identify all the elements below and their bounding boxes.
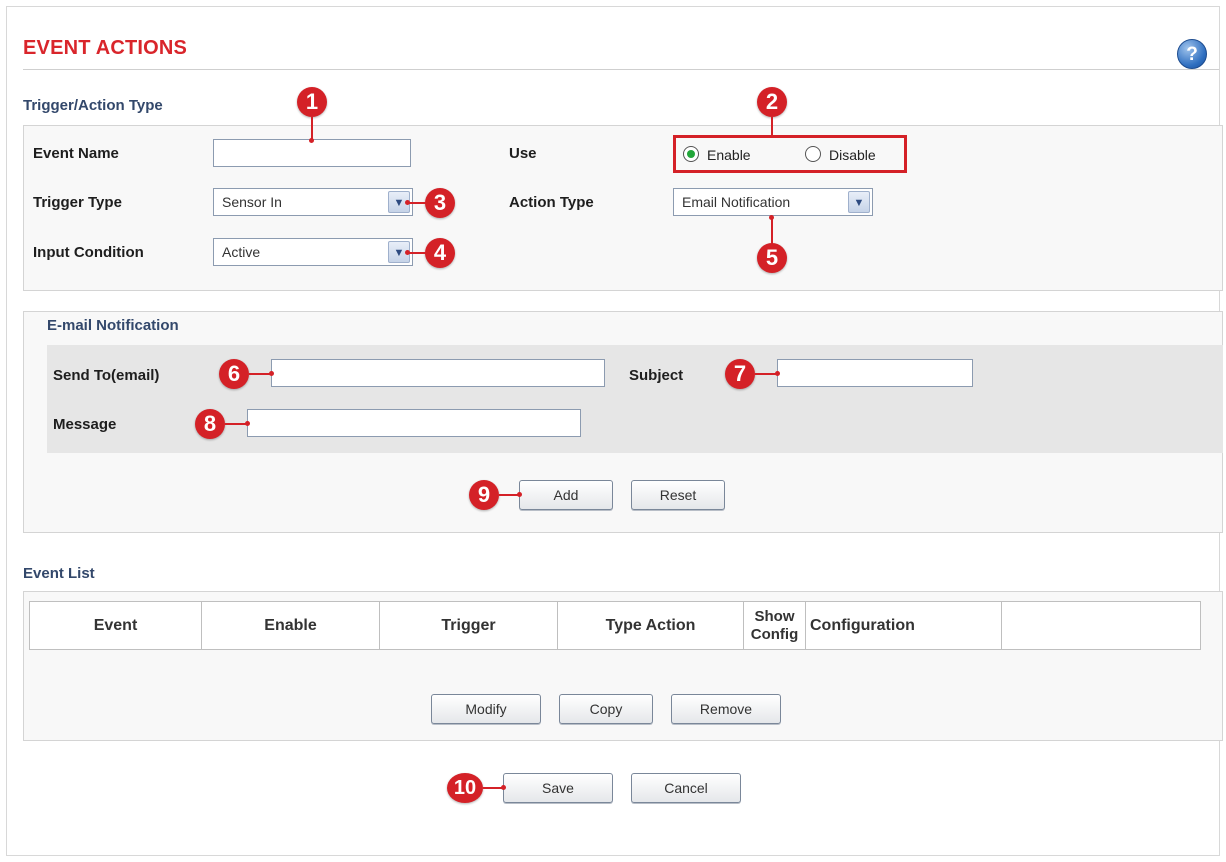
action-type-label: Action Type (509, 194, 594, 211)
annotation-marker-4: 4 (425, 238, 455, 268)
title-divider (23, 69, 1219, 70)
annotation-marker-2: 2 (757, 87, 787, 117)
page-title: EVENT ACTIONS (23, 37, 188, 59)
add-button[interactable]: Add (519, 480, 613, 510)
annotation-marker-8: 8 (195, 409, 225, 439)
email-fields-area (47, 345, 1223, 453)
annotation-marker-10: 10 (447, 773, 483, 803)
column-header-configuration: Configuration (805, 601, 1002, 650)
annotation-marker-3: 3 (425, 188, 455, 218)
copy-button[interactable]: Copy (559, 694, 653, 724)
event-list-table: Event Enable Trigger Type Action Show Co… (29, 601, 1201, 650)
action-type-select[interactable]: Email Notification ▼ (673, 188, 873, 216)
annotation-marker-9: 9 (469, 480, 499, 510)
subject-label: Subject (629, 367, 684, 384)
send-to-input[interactable] (271, 359, 605, 387)
disable-radio[interactable] (805, 146, 821, 162)
email-section-title: E-mail Notification (47, 317, 179, 334)
annotation-leader-4 (407, 252, 427, 254)
subject-input[interactable] (777, 359, 973, 387)
annotation-dot-3 (405, 200, 410, 205)
column-header-event: Event (29, 601, 202, 650)
input-condition-value: Active (222, 244, 261, 260)
event-name-input[interactable] (213, 139, 411, 167)
chevron-down-icon: ▼ (848, 191, 870, 213)
annotation-dot-9 (517, 492, 522, 497)
table-header-row: Event Enable Trigger Type Action Show Co… (29, 601, 1201, 650)
annotation-leader-2 (771, 117, 773, 137)
annotation-marker-1: 1 (297, 87, 327, 117)
column-header-show-config: Show Config (743, 601, 806, 650)
enable-radio[interactable] (683, 146, 699, 162)
column-header-type-action: Type Action (557, 601, 744, 650)
annotation-marker-6: 6 (219, 359, 249, 389)
remove-button[interactable]: Remove (671, 694, 781, 724)
annotation-dot-10 (501, 785, 506, 790)
trigger-action-panel (23, 125, 1223, 291)
event-name-label: Event Name (33, 145, 119, 162)
annotation-dot-7 (775, 371, 780, 376)
annotation-dot-1 (309, 138, 314, 143)
action-type-value: Email Notification (682, 194, 791, 210)
annotation-marker-5: 5 (757, 243, 787, 273)
trigger-type-label: Trigger Type (33, 194, 122, 211)
annotation-dot-5 (769, 215, 774, 220)
column-header-enable: Enable (201, 601, 380, 650)
trigger-type-value: Sensor In (222, 194, 282, 210)
enable-radio-label: Enable (707, 147, 751, 163)
annotation-dot-6 (269, 371, 274, 376)
input-condition-select[interactable]: Active ▼ (213, 238, 413, 266)
save-button[interactable]: Save (503, 773, 613, 803)
annotation-dot-8 (245, 421, 250, 426)
event-list-title: Event List (23, 565, 95, 582)
column-header-trigger: Trigger (379, 601, 558, 650)
cancel-button[interactable]: Cancel (631, 773, 741, 803)
use-label: Use (509, 145, 537, 162)
send-to-label: Send To(email) (53, 367, 160, 384)
help-icon[interactable]: ? (1177, 39, 1207, 69)
annotation-leader-3 (407, 202, 427, 204)
column-header-extra (1001, 601, 1201, 650)
annotation-leader-5 (771, 217, 773, 245)
reset-button[interactable]: Reset (631, 480, 725, 510)
event-actions-page: EVENT ACTIONS ? Trigger/Action Type Even… (6, 6, 1223, 856)
message-input[interactable] (247, 409, 581, 437)
input-condition-label: Input Condition (33, 244, 144, 261)
modify-button[interactable]: Modify (431, 694, 541, 724)
disable-radio-label: Disable (829, 147, 876, 163)
trigger-type-select[interactable]: Sensor In ▼ (213, 188, 413, 216)
annotation-marker-7: 7 (725, 359, 755, 389)
trigger-section-title: Trigger/Action Type (23, 97, 163, 114)
message-label: Message (53, 416, 117, 433)
annotation-dot-4 (405, 250, 410, 255)
